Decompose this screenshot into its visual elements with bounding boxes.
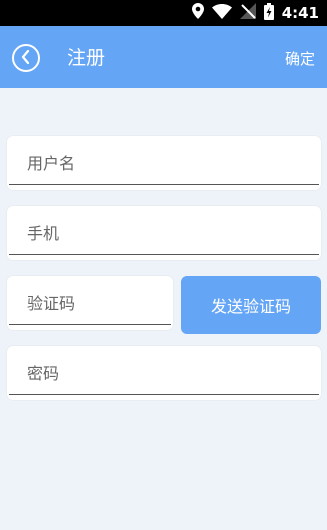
app-header: 注册 确定 <box>0 26 327 88</box>
phone-input[interactable] <box>7 206 321 260</box>
password-input[interactable] <box>7 346 321 400</box>
password-card <box>7 346 321 400</box>
username-card <box>7 136 321 190</box>
password-underline <box>9 394 319 395</box>
wifi-icon <box>211 3 232 23</box>
code-underline <box>9 324 171 325</box>
confirm-button[interactable]: 确定 <box>285 48 315 70</box>
status-bar: 4:41 <box>0 0 327 26</box>
verification-code-input[interactable] <box>7 276 173 330</box>
phone-card <box>7 206 321 260</box>
back-button[interactable] <box>12 44 40 72</box>
username-input[interactable] <box>7 136 321 190</box>
back-icon <box>21 49 31 68</box>
no-signal-icon <box>239 3 256 23</box>
code-card <box>7 276 173 330</box>
status-time: 4:41 <box>281 4 319 22</box>
location-icon <box>191 3 204 23</box>
page-title: 注册 <box>67 47 106 69</box>
battery-icon <box>263 2 274 24</box>
send-code-button[interactable]: 发送验证码 <box>181 276 321 334</box>
phone-underline <box>9 254 319 255</box>
username-underline <box>9 184 319 185</box>
